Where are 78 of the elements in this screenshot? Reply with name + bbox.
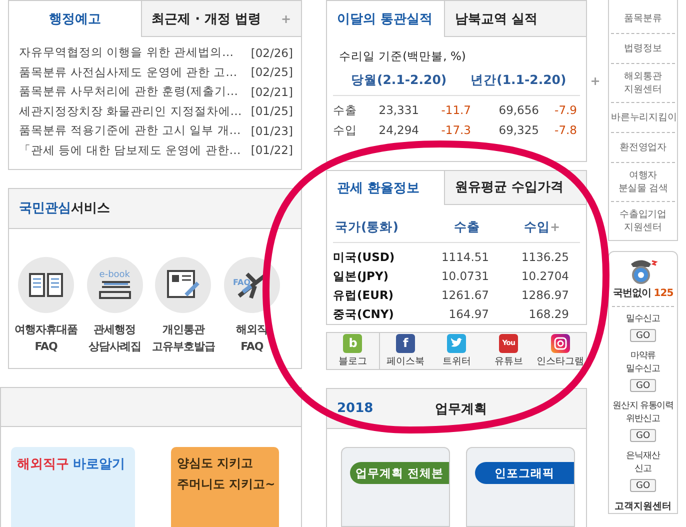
blog-icon: b <box>343 334 362 353</box>
hotline-label: 국번없이 125 <box>612 286 674 307</box>
row-label: 수입 <box>333 122 358 138</box>
direct-purchase-banner[interactable]: 해외직구 바로알기 <box>11 447 135 527</box>
open-book-icon <box>28 270 64 299</box>
service-label[interactable]: 개인통관 고유부호발급 <box>152 320 215 355</box>
column-header: 국가(통화) <box>335 218 400 236</box>
table-cell-text: 23,331 <box>378 103 419 117</box>
notice-date: [01/23] <box>250 124 293 138</box>
social-link[interactable]: 트위터 <box>431 332 483 369</box>
change-cell-text: -17.3 <box>440 123 472 137</box>
conscience-banner[interactable]: 양심도 지키고 주머니도 지키고~ <box>171 447 279 527</box>
change-cell-text: -11.7 <box>440 103 472 117</box>
table-cell-text: 10.0731 <box>440 269 489 284</box>
notice-date: [01/22] <box>250 143 293 158</box>
table-cell-text: 1136.25 <box>520 250 569 264</box>
basis-note: 수리일 기준(백만불, %) <box>338 48 467 64</box>
currency-label: 미국(USD) <box>333 250 396 265</box>
notice-date: [02/21] <box>250 84 293 99</box>
change-cell-text: -7.9 <box>554 103 578 117</box>
go-button[interactable]: GO <box>630 429 656 442</box>
facebook-icon: f <box>396 334 415 353</box>
plan-card[interactable]: 업무계획 전체본 <box>341 447 450 527</box>
support-center-label: 고객지원센터 <box>614 500 672 513</box>
notice-link[interactable]: 품목분류 사전심사제도 운영에 관한 고… <box>19 64 238 80</box>
quick-link[interactable]: 바른누리지킴이 <box>611 102 675 132</box>
row-label: 수출 <box>333 102 358 118</box>
panel-tab[interactable]: 남북교역 실적 <box>444 1 586 37</box>
column-header: 수입 <box>522 218 550 236</box>
column-header: 년간(1.1-2.20) <box>470 72 566 89</box>
telephone-icon <box>628 258 658 284</box>
notice-date: [01/25] <box>250 104 293 118</box>
report-label: 마약류 밀수신고 <box>626 350 660 376</box>
notice-link[interactable]: 「관세 등에 대한 담보제도 운영에 관한… <box>19 142 241 158</box>
table-cell-text: 1114.51 <box>440 250 489 264</box>
go-button[interactable]: GO <box>630 479 656 492</box>
panel-tab[interactable]: 최근제 · 개정 법령 + <box>140 1 301 37</box>
report-label: 밀수신고 <box>626 313 660 326</box>
notice-link[interactable]: 자유무역협정의 이행을 위한 관세법의… <box>19 45 234 60</box>
table-cell-text: 69,325 <box>498 123 539 137</box>
quick-link[interactable]: 품목분류 <box>611 4 675 33</box>
quick-link[interactable]: 수출입기업 지원센터 <box>611 201 675 240</box>
report-label: 은닉재산 신고 <box>626 450 660 476</box>
go-button[interactable]: GO <box>630 379 656 392</box>
table-cell-text: 1286.97 <box>520 288 569 302</box>
table-cell-text: 24,294 <box>378 123 419 137</box>
go-button[interactable]: GO <box>630 329 656 342</box>
table-cell-text: 164.97 <box>448 307 489 322</box>
notice-link[interactable]: 세관지정장치장 화물관리인 지정절차에… <box>19 104 242 119</box>
table-cell-text: 168.29 <box>528 307 569 322</box>
plan-card[interactable]: 인포그래픽 <box>466 447 575 527</box>
table-cell-text: 1261.67 <box>440 288 489 302</box>
notice-date: [02/25] <box>250 65 293 80</box>
social-link[interactable]: f 페이스북 <box>378 332 432 369</box>
id-card-icon <box>166 268 200 301</box>
column-header: 당월(2.1-2.20) <box>351 72 447 89</box>
notice-link[interactable]: 품목분류 적용기준에 관한 고시 일부 개… <box>19 123 241 138</box>
quick-link[interactable]: 해외통관 지원센터 <box>611 63 675 102</box>
table-cell-text: 69,656 <box>498 103 539 117</box>
column-header: 수출 <box>453 218 480 236</box>
social-link[interactable]: b 블로그 <box>327 332 379 369</box>
change-cell-text: -7.8 <box>554 123 578 137</box>
quick-link[interactable]: 여행자 분실물 검색 <box>611 162 675 201</box>
quick-link[interactable]: 환전영업자 <box>611 132 675 162</box>
table-cell-text: 10.2704 <box>520 269 569 284</box>
social-link[interactable]: 인스타그램 <box>534 332 586 369</box>
panel-title: 국민관심서비스 <box>9 188 301 229</box>
notice-link[interactable]: 품목분류 사무처리에 관한 훈령(제출기… <box>19 84 238 100</box>
report-label: 원산지 유통이력 위반신고 <box>612 400 674 426</box>
currency-label: 중국(CNY) <box>333 306 395 322</box>
service-label[interactable]: 여행자휴대품 FAQ <box>14 320 78 355</box>
quick-link[interactable]: 법령정보 <box>611 33 675 63</box>
service-label[interactable]: 해외직 FAQ <box>236 320 268 355</box>
currency-label: 일본(JPY) <box>333 268 390 284</box>
service-label[interactable]: 관세행정 상담사례집 <box>88 320 141 355</box>
panel-tab[interactable]: 원유평균 수입가격 <box>444 170 586 205</box>
notice-date: [02/26] <box>250 46 293 60</box>
currency-label: 유럽(EUR) <box>333 288 395 303</box>
